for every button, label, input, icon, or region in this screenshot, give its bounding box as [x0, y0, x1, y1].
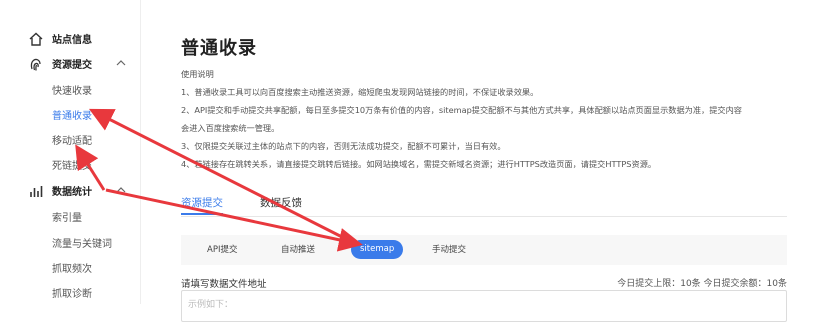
tab-data-feedback[interactable]: 数据反馈 — [260, 195, 302, 210]
subtab-api-submit[interactable]: API提交 — [207, 243, 237, 255]
sidebar-item-crawl-frequency[interactable]: 抓取频次 — [52, 260, 92, 275]
chevron-up-icon[interactable] — [116, 59, 126, 67]
chevron-up-icon[interactable] — [116, 186, 126, 194]
subtab-sitemap[interactable]: sitemap — [351, 240, 404, 259]
instruction-line: 1、普通收录工具可以向百度搜索主动推送资源，缩短爬虫发现网站链接的时间，不保证收… — [181, 87, 539, 97]
instruction-line: 会进入百度搜索统一管理。 — [181, 123, 280, 133]
sidebar-item-normal-index[interactable]: 普通收录 — [52, 107, 92, 122]
tab-resource-submit[interactable]: 资源提交 — [181, 195, 223, 210]
sidebar-item-traffic-keywords[interactable]: 流量与关键词 — [52, 235, 112, 250]
data-file-url-input[interactable]: 示例如下： — [181, 290, 787, 322]
sidebar-group-label: 资源提交 — [52, 60, 92, 71]
tab-bar: 资源提交 数据反馈 — [181, 188, 787, 217]
instruction-line: 2、API提交和手动提交共享配额，每日至多提交10万条有价值的内容，sitema… — [181, 105, 742, 115]
sidebar-item-quick-index[interactable]: 快速收录 — [52, 82, 92, 97]
sidebar: 站点信息 资源提交 快速收录 普通收录 移动适配 死链提交 数据统计 索引量 流… — [0, 0, 141, 304]
subtab-manual-submit[interactable]: 手动提交 — [432, 243, 466, 255]
bar-chart-icon — [30, 186, 43, 197]
submit-method-tabs: API提交 自动推送 sitemap 手动提交 — [181, 235, 787, 265]
main-content: 普通收录 使用说明 1、普通收录工具可以向百度搜索主动推送资源，缩短爬虫发现网站… — [141, 0, 818, 322]
sidebar-group-site-info[interactable]: 站点信息 — [0, 29, 140, 49]
subtab-auto-push[interactable]: 自动推送 — [281, 243, 315, 255]
fingerprint-icon — [30, 58, 41, 71]
sidebar-item-mobile-adapt[interactable]: 移动适配 — [52, 132, 92, 147]
page-title: 普通收录 — [181, 38, 257, 59]
instructions-heading: 使用说明 — [181, 69, 214, 79]
sidebar-item-index-volume[interactable]: 索引量 — [52, 209, 82, 224]
sidebar-group-label: 站点信息 — [52, 35, 92, 46]
active-tab-indicator — [181, 213, 223, 215]
instruction-line: 4、若链接存在跳转关系，请直接提交跳转后链接。如网站换域名，需提交新域名资源；进… — [181, 159, 657, 169]
sidebar-item-dead-link[interactable]: 死链提交 — [52, 157, 92, 172]
daily-quota-text: 今日提交上限：10条 今日提交余额：10条 — [617, 279, 787, 289]
data-file-url-label: 请填写数据文件地址 — [181, 279, 267, 290]
sidebar-group-label: 数据统计 — [52, 187, 92, 198]
sidebar-group-data-stats[interactable]: 数据统计 — [0, 181, 140, 201]
sidebar-group-resource-submit[interactable]: 资源提交 — [0, 54, 140, 74]
home-icon — [29, 32, 43, 46]
sidebar-item-crawl-diagnosis[interactable]: 抓取诊断 — [52, 285, 92, 300]
instruction-line: 3、仅限提交关联过主体的站点下的内容，否则无法成功提交，配额不可累计，当日有效。 — [181, 141, 506, 151]
